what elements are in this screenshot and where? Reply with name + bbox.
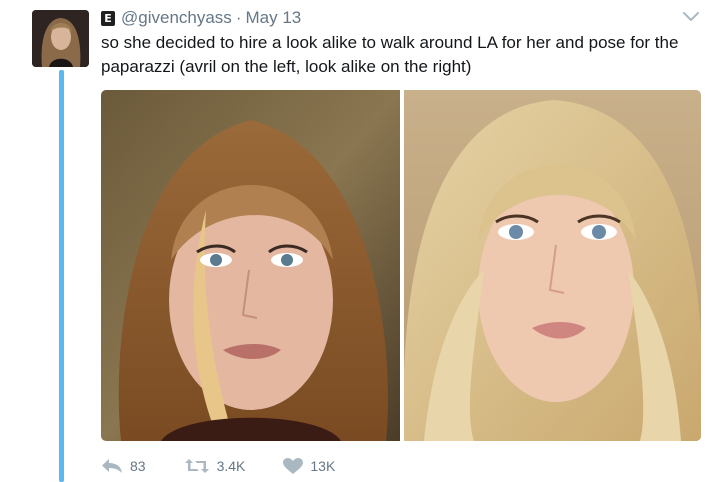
tweet-actions: 83 3.4K 13K bbox=[101, 454, 373, 478]
tweet-date[interactable]: May 13 bbox=[245, 8, 301, 28]
like-button[interactable]: 13K bbox=[283, 457, 336, 475]
retweet-icon bbox=[184, 459, 209, 473]
reply-icon bbox=[102, 459, 122, 473]
chevron-down-icon[interactable] bbox=[681, 10, 701, 24]
like-count: 13K bbox=[310, 458, 336, 474]
user-handle[interactable]: @givenchyass bbox=[121, 8, 232, 28]
tweet-text: so she decided to hire a look alike to w… bbox=[101, 33, 679, 76]
reply-count: 83 bbox=[130, 458, 146, 474]
badge-icon: E bbox=[101, 10, 115, 26]
reply-button[interactable]: 83 bbox=[101, 458, 146, 474]
retweet-count: 3.4K bbox=[216, 458, 246, 474]
thread-line bbox=[59, 70, 64, 482]
tweet-photo-right[interactable] bbox=[404, 90, 701, 441]
separator-dot: · bbox=[235, 8, 242, 27]
tweet-header: E @givenchyass · May 13 bbox=[101, 7, 301, 29]
heart-icon bbox=[283, 457, 304, 474]
avatar[interactable] bbox=[32, 10, 89, 67]
tweet-photo-left[interactable] bbox=[101, 90, 400, 441]
retweet-button[interactable]: 3.4K bbox=[184, 458, 246, 474]
